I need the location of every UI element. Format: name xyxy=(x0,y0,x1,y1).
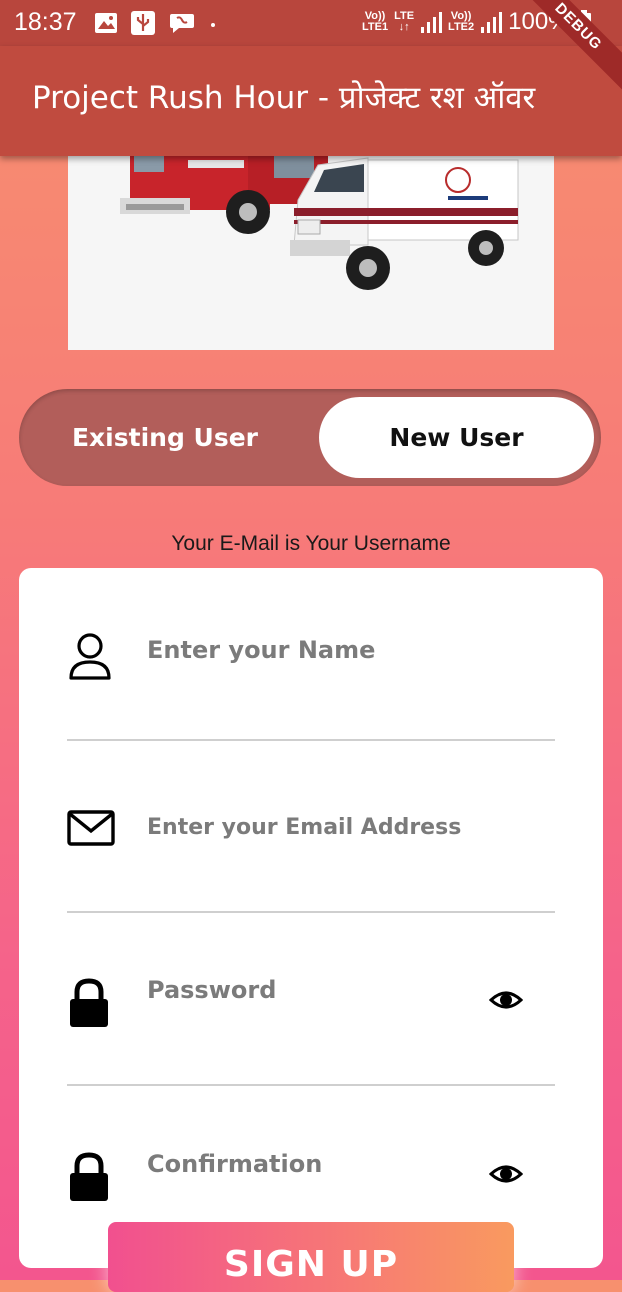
username-note: Your E-Mail is Your Username xyxy=(171,532,451,555)
signal1-icon xyxy=(421,12,443,33)
app-bar: Project Rush Hour - प्रोजेक्ट रश ऑवर xyxy=(0,46,622,156)
email-placeholder: Enter your Email Address xyxy=(147,815,462,840)
password-field[interactable]: Password xyxy=(67,976,555,1088)
existing-user-tab[interactable]: Existing User xyxy=(19,389,311,486)
signup-form-card: Enter your Name Enter your Email Address… xyxy=(19,568,603,1268)
chat-icon xyxy=(170,14,194,33)
confirmation-visibility-eye-icon[interactable] xyxy=(489,1162,523,1186)
sim1-indicator: Vo)) LTE1 xyxy=(362,11,388,33)
confirmation-field[interactable]: Confirmation xyxy=(67,1150,555,1230)
lte-indicator: LTE ↓↑ xyxy=(394,11,414,33)
dot-icon xyxy=(211,23,215,27)
password-visibility-eye-icon[interactable] xyxy=(489,988,523,1012)
name-field[interactable]: Enter your Name xyxy=(67,628,555,742)
user-type-toggle: Existing User New User xyxy=(19,389,601,486)
lock-icon xyxy=(70,1152,108,1201)
notification-icons xyxy=(94,10,218,36)
password-underline xyxy=(67,1084,555,1086)
email-underline xyxy=(67,911,555,913)
sim2-indicator: Vo)) LTE2 xyxy=(448,11,474,33)
signup-button[interactable]: SIGN UP xyxy=(108,1222,514,1292)
lte-arrows: ↓↑ xyxy=(398,21,410,33)
usb-icon xyxy=(131,11,155,35)
sim2-label: LTE2 xyxy=(448,21,475,33)
status-time: 18:37 xyxy=(14,8,77,36)
signup-label: SIGN UP xyxy=(223,1244,399,1285)
lock-icon xyxy=(70,978,108,1027)
gallery-icon xyxy=(95,13,117,33)
app-title: Project Rush Hour - प्रोजेक्ट रश ऑवर xyxy=(32,80,536,116)
email-field[interactable]: Enter your Email Address xyxy=(67,808,555,916)
password-placeholder: Password xyxy=(147,976,277,1004)
new-user-tab[interactable]: New User xyxy=(319,397,594,478)
status-bar: 18:37 Vo)) LTE1 LTE ↓↑ Vo)) LTE2 100% xyxy=(0,0,622,46)
confirmation-placeholder: Confirmation xyxy=(147,1150,323,1178)
name-placeholder: Enter your Name xyxy=(147,636,376,664)
envelope-icon xyxy=(67,810,115,846)
person-icon xyxy=(69,633,111,680)
signal2-icon xyxy=(481,12,503,33)
sim1-label: LTE1 xyxy=(362,21,389,33)
name-underline xyxy=(67,739,555,741)
